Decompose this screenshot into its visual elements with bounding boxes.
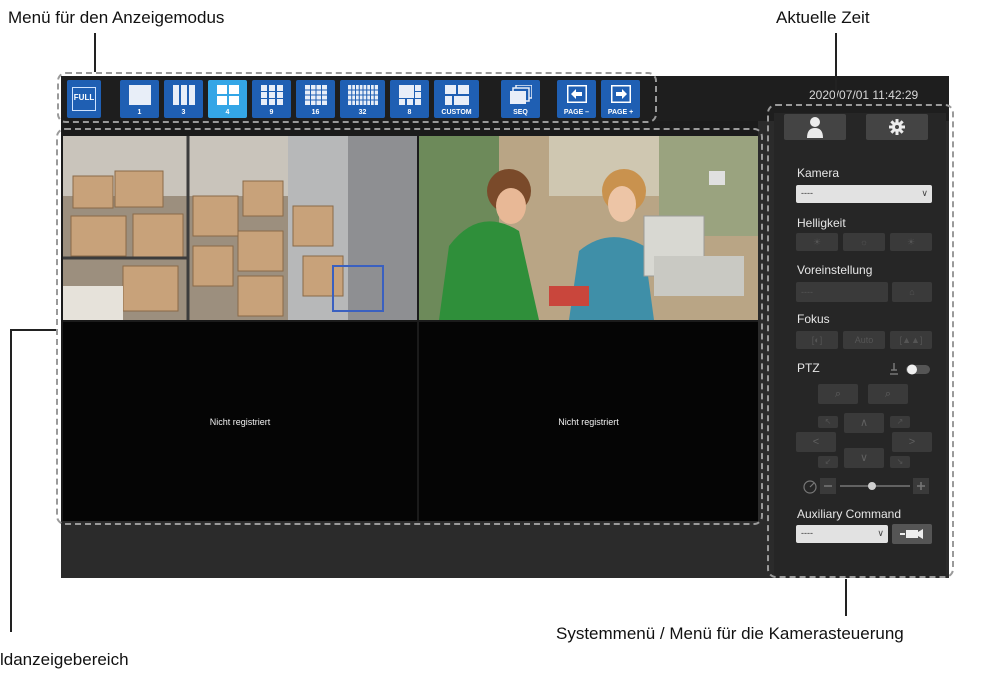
side-panel-highlight-frame (767, 104, 954, 578)
leader-line-current-time (835, 33, 837, 104)
status-area (61, 521, 758, 578)
video-area-highlight-frame (56, 128, 763, 525)
leader-line-image-area-horizontal (10, 329, 56, 331)
callout-current-time: Aktuelle Zeit (776, 8, 870, 27)
callout-image-display-area: ldanzeigebereich (0, 650, 129, 669)
callout-display-mode-menu: Menü für den Anzeigemodus (8, 8, 225, 27)
leader-line-image-area (10, 329, 12, 632)
callout-system-menu: Systemmenü / Menü für die Kamerasteuerun… (556, 624, 904, 643)
leader-line-display-mode (94, 33, 96, 72)
toolbar-highlight-frame (57, 72, 657, 123)
leader-line-system-menu (845, 579, 847, 616)
current-time-display: 2020/07/01 11:42:29 (809, 88, 919, 102)
